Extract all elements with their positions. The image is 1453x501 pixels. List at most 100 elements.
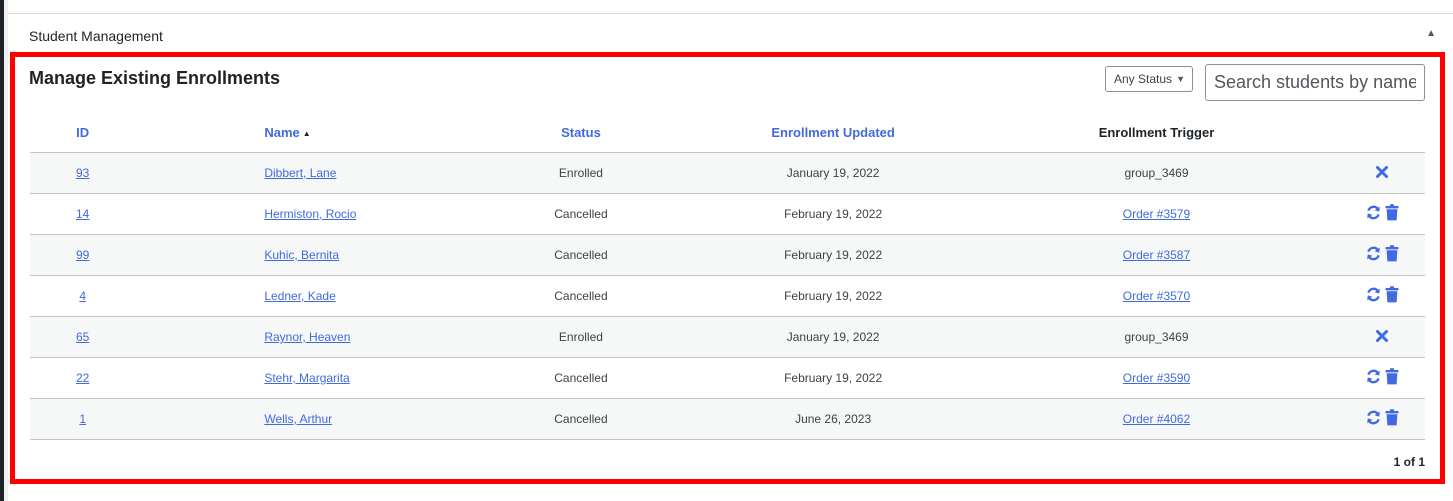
table-row: 99 Kuhic, Bernita Cancelled February 19, 20… xyxy=(30,234,1425,276)
student-id-link[interactable]: 99 xyxy=(76,248,89,262)
student-name-link[interactable]: Raynor, Heaven xyxy=(264,330,350,344)
id-cell: 65 xyxy=(30,316,136,358)
enrollment-trigger-text: group_3469 xyxy=(1124,330,1189,344)
table-row: 65 Raynor, Heaven Enrolled January 19, 2022… xyxy=(30,316,1425,358)
student-name-link[interactable]: Kuhic, Bernita xyxy=(264,248,339,262)
reactivate-enrollment-button[interactable] xyxy=(1365,409,1382,429)
reactivate-enrollment-button[interactable] xyxy=(1365,204,1382,224)
name-cell: Hermiston, Rocio xyxy=(135,193,521,235)
admin-sidebar-edge xyxy=(0,0,4,501)
enrollment-updated-cell: January 19, 2022 xyxy=(641,152,1025,194)
delete-enrollment-button[interactable] xyxy=(1385,368,1399,388)
student-id-link[interactable]: 14 xyxy=(76,207,89,221)
reactivate-icon xyxy=(1365,204,1382,224)
reactivate-enrollment-button[interactable] xyxy=(1365,368,1382,388)
remove-enrollment-button[interactable] xyxy=(1375,165,1389,182)
enrollment-updated-cell: February 19, 2022 xyxy=(641,193,1025,235)
id-cell: 4 xyxy=(30,275,136,317)
id-cell: 1 xyxy=(30,398,136,440)
enrollment-trigger-cell: group_3469 xyxy=(1024,152,1289,194)
remove-icon xyxy=(1375,165,1389,182)
name-cell: Dibbert, Lane xyxy=(135,152,521,194)
table-header-row: ID Name ▲ Status Enrollment Updated Enrol… xyxy=(30,113,1425,153)
status-filter-select[interactable]: Any Status ▼ xyxy=(1105,66,1193,92)
student-management-panel: Student Management ▲ Manage Existing Enr… xyxy=(8,14,1453,501)
column-header-enrollment-trigger: Enrollment Trigger xyxy=(1024,113,1289,153)
student-id-link[interactable]: 93 xyxy=(76,166,89,180)
enrollment-trigger-cell: Order #3590 xyxy=(1024,357,1289,399)
student-id-link[interactable]: 65 xyxy=(76,330,89,344)
status-cell: Cancelled xyxy=(520,193,642,235)
enrollment-trigger-cell: Order #3579 xyxy=(1024,193,1289,235)
collapse-toggle-icon[interactable]: ▲ xyxy=(1426,28,1436,39)
enrollment-trigger-cell: Order #3587 xyxy=(1024,234,1289,276)
status-filter-value: Any Status xyxy=(1114,72,1173,86)
enrollment-updated-cell: June 26, 2023 xyxy=(641,398,1025,440)
panel-title: Student Management xyxy=(29,28,163,44)
student-name-link[interactable]: Hermiston, Rocio xyxy=(264,207,356,221)
table-row: 1 Wells, Arthur Cancelled June 26, 2023 Orde… xyxy=(30,398,1425,440)
id-cell: 93 xyxy=(30,152,136,194)
student-id-link[interactable]: 1 xyxy=(79,412,86,426)
remove-icon xyxy=(1375,329,1389,346)
chevron-down-icon: ▼ xyxy=(1176,74,1185,84)
order-link[interactable]: Order #3579 xyxy=(1123,207,1190,221)
actions-cell xyxy=(1288,234,1425,276)
delete-enrollment-button[interactable] xyxy=(1385,409,1399,429)
delete-enrollment-button[interactable] xyxy=(1385,204,1399,224)
trash-icon xyxy=(1385,286,1399,306)
id-cell: 22 xyxy=(30,357,136,399)
status-cell: Enrolled xyxy=(520,316,642,358)
enrollment-updated-cell: February 19, 2022 xyxy=(641,234,1025,276)
order-link[interactable]: Order #3587 xyxy=(1123,248,1190,262)
sort-ascending-icon: ▲ xyxy=(302,129,311,138)
search-input[interactable] xyxy=(1205,64,1425,101)
enrollment-updated-cell: February 19, 2022 xyxy=(641,357,1025,399)
enrollment-updated-cell: February 19, 2022 xyxy=(641,275,1025,317)
name-cell: Raynor, Heaven xyxy=(135,316,521,358)
enrollments-section: Manage Existing Enrollments Any Status ▼… xyxy=(10,52,1445,484)
reactivate-icon xyxy=(1365,409,1382,429)
name-cell: Wells, Arthur xyxy=(135,398,521,440)
delete-enrollment-button[interactable] xyxy=(1385,286,1399,306)
student-name-link[interactable]: Ledner, Kade xyxy=(264,289,335,303)
column-header-name[interactable]: Name ▲ xyxy=(135,113,521,153)
enrollment-updated-cell: January 19, 2022 xyxy=(641,316,1025,358)
actions-cell xyxy=(1288,398,1425,440)
pagination-label: 1 of 1 xyxy=(1393,455,1425,469)
section-title: Manage Existing Enrollments xyxy=(29,68,281,88)
reactivate-icon xyxy=(1365,368,1382,388)
student-id-link[interactable]: 4 xyxy=(79,289,86,303)
student-id-link[interactable]: 22 xyxy=(76,371,89,385)
enrollment-trigger-cell: Order #4062 xyxy=(1024,398,1289,440)
reactivate-icon xyxy=(1365,245,1382,265)
table-row: 14 Hermiston, Rocio Cancelled February 19, … xyxy=(30,193,1425,235)
order-link[interactable]: Order #4062 xyxy=(1123,412,1190,426)
column-header-status[interactable]: Status xyxy=(520,113,642,153)
reactivate-enrollment-button[interactable] xyxy=(1365,286,1382,306)
student-name-link[interactable]: Dibbert, Lane xyxy=(264,166,336,180)
delete-enrollment-button[interactable] xyxy=(1385,245,1399,265)
remove-enrollment-button[interactable] xyxy=(1375,329,1389,346)
order-link[interactable]: Order #3590 xyxy=(1123,371,1190,385)
student-name-link[interactable]: Stehr, Margarita xyxy=(264,371,349,385)
name-cell: Stehr, Margarita xyxy=(135,357,521,399)
actions-cell xyxy=(1288,152,1425,194)
column-header-enrollment-updated[interactable]: Enrollment Updated xyxy=(641,113,1025,153)
actions-cell xyxy=(1288,357,1425,399)
order-link[interactable]: Order #3570 xyxy=(1123,289,1190,303)
trash-icon xyxy=(1385,245,1399,265)
actions-cell xyxy=(1288,193,1425,235)
column-header-id[interactable]: ID xyxy=(30,113,136,153)
trash-icon xyxy=(1385,204,1399,224)
student-name-link[interactable]: Wells, Arthur xyxy=(264,412,332,426)
reactivate-enrollment-button[interactable] xyxy=(1365,245,1382,265)
table-row: 93 Dibbert, Lane Enrolled January 19, 2022 g… xyxy=(30,152,1425,194)
name-cell: Ledner, Kade xyxy=(135,275,521,317)
status-cell: Cancelled xyxy=(520,275,642,317)
status-cell: Cancelled xyxy=(520,398,642,440)
enrollment-trigger-cell: Order #3570 xyxy=(1024,275,1289,317)
previous-panel-edge xyxy=(8,0,1453,14)
actions-cell xyxy=(1288,275,1425,317)
trash-icon xyxy=(1385,409,1399,429)
